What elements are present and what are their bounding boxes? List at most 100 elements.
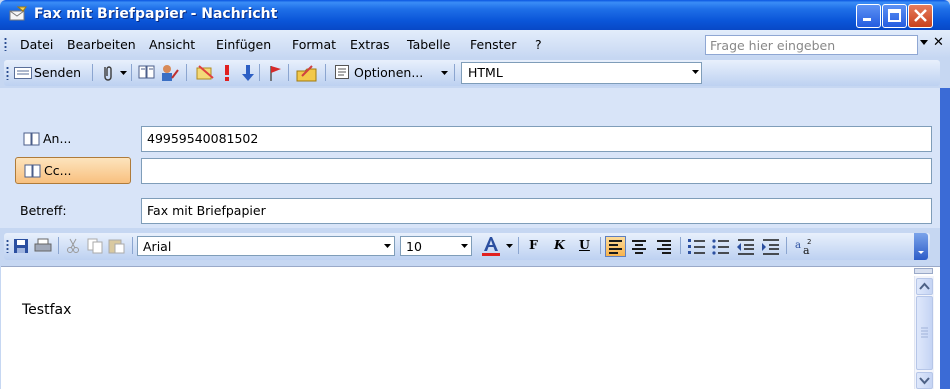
increase-indent-icon (762, 239, 779, 255)
title-bar[interactable]: Fax mit Briefpapier - Nachricht (0, 0, 950, 30)
separator (680, 237, 681, 254)
insert-file-icon[interactable] (195, 64, 215, 82)
align-left-icon (609, 240, 622, 254)
to-button[interactable]: An... (15, 126, 131, 153)
separator (131, 64, 132, 81)
separator (454, 64, 455, 81)
window-title: Fax mit Briefpapier - Nachricht (34, 6, 278, 22)
close-document-button[interactable]: ✕ (933, 35, 944, 50)
outlook-message-window: Fax mit Briefpapier - Nachricht Datei Be… (0, 0, 950, 390)
italic-button[interactable]: K (554, 237, 565, 252)
menu-extras[interactable]: Extras (350, 37, 390, 52)
options-icon (335, 65, 349, 79)
numbered-list-icon (688, 239, 705, 254)
to-button-label: An... (43, 131, 72, 146)
align-right-icon (657, 240, 671, 254)
message-header: An... 49959540081502 Cc... Betreff: Fax … (0, 88, 950, 228)
attach-dropdown-icon[interactable] (120, 71, 127, 75)
font-color-icon[interactable] (480, 235, 502, 257)
decrease-indent-icon (737, 239, 754, 255)
menu-bearbeiten[interactable]: Bearbeiten (67, 37, 136, 52)
envelope-icon (9, 6, 27, 21)
subject-label: Betreff: (20, 203, 67, 218)
maximize-button[interactable] (882, 4, 907, 28)
permission-icon[interactable] (296, 64, 318, 82)
send-button[interactable]: Senden (34, 65, 81, 80)
toolbar-options-chevron[interactable] (914, 233, 928, 260)
align-left-button[interactable] (605, 236, 626, 257)
svg-text:2: 2 (807, 238, 811, 246)
font-color-dropdown-icon[interactable] (506, 244, 513, 248)
message-format-select[interactable]: HTML (461, 62, 702, 84)
subject-field-value: Fax mit Briefpapier (147, 203, 266, 218)
address-book-icon[interactable] (138, 64, 156, 80)
styles-button[interactable]: aa2 (793, 236, 814, 257)
copy-icon[interactable] (87, 238, 103, 254)
scroll-thumb[interactable] (916, 296, 933, 370)
font-family-value: Arial (143, 239, 172, 254)
menu-einfuegen[interactable]: Einfügen (216, 37, 271, 52)
toolbar-grip[interactable] (6, 239, 9, 253)
to-field-value: 49959540081502 (147, 131, 259, 146)
importance-low-icon[interactable] (242, 64, 254, 82)
save-icon[interactable] (13, 238, 29, 254)
minimize-button[interactable] (856, 4, 881, 28)
message-format-value: HTML (468, 65, 503, 80)
toolbar-grip[interactable] (6, 66, 9, 80)
font-size-select[interactable]: 10 (400, 236, 472, 256)
separator (325, 64, 326, 81)
cut-icon[interactable] (66, 238, 80, 254)
menu-format[interactable]: Format (292, 37, 336, 52)
bullet-list-icon (712, 239, 729, 255)
bold-button[interactable]: F (529, 237, 538, 252)
window-frame-right (940, 88, 950, 389)
menu-help[interactable]: ? (535, 37, 542, 52)
scroll-up-button[interactable] (916, 278, 933, 295)
font-family-select[interactable]: Arial (137, 236, 395, 256)
help-dropdown-icon[interactable] (920, 40, 928, 45)
align-center-button[interactable] (629, 236, 650, 257)
menu-fenster[interactable]: Fenster (470, 37, 516, 52)
toolbar-grip[interactable] (4, 37, 7, 51)
font-size-value: 10 (406, 239, 422, 254)
bullets-button[interactable] (710, 236, 731, 257)
numbering-button[interactable] (686, 236, 707, 257)
to-field[interactable]: 49959540081502 (141, 126, 932, 152)
separator (600, 237, 601, 254)
menu-datei[interactable]: Datei (20, 37, 53, 52)
print-icon[interactable] (34, 238, 52, 254)
grip-icon (921, 327, 928, 338)
check-names-icon[interactable] (160, 64, 180, 82)
subject-field[interactable]: Fax mit Briefpapier (141, 198, 932, 224)
separator (288, 64, 289, 81)
chevron-down-icon (918, 251, 924, 254)
menu-ansicht[interactable]: Ansicht (149, 37, 195, 52)
help-placeholder: Frage hier eingeben (710, 38, 836, 53)
menu-tabelle[interactable]: Tabelle (407, 37, 451, 52)
address-book-icon (24, 164, 41, 178)
paste-icon[interactable] (108, 238, 126, 254)
align-center-icon (632, 240, 646, 254)
decrease-indent-button[interactable] (735, 236, 756, 257)
help-question-input[interactable]: Frage hier eingeben (705, 35, 918, 55)
close-window-button[interactable] (908, 4, 933, 28)
options-dropdown-icon[interactable] (441, 71, 448, 75)
options-button[interactable]: Optionen... (354, 65, 423, 80)
importance-high-icon[interactable] (222, 64, 232, 82)
message-body[interactable]: Testfax (1, 266, 949, 390)
svg-text:a: a (795, 240, 801, 251)
cc-button[interactable]: Cc... (15, 157, 131, 184)
flag-icon[interactable] (268, 64, 282, 82)
cc-field[interactable] (141, 158, 932, 184)
vertical-scrollbar[interactable] (914, 276, 934, 389)
message-body-text: Testfax (22, 302, 72, 318)
align-right-button[interactable] (654, 236, 675, 257)
split-handle[interactable] (914, 268, 933, 274)
increase-indent-button[interactable] (760, 236, 781, 257)
underline-button[interactable]: U (579, 237, 590, 252)
chevron-up-icon (919, 282, 930, 290)
attach-icon[interactable] (101, 64, 115, 82)
cc-button-label: Cc... (44, 163, 72, 178)
scroll-down-button[interactable] (916, 372, 933, 389)
chevron-down-icon (384, 244, 391, 248)
